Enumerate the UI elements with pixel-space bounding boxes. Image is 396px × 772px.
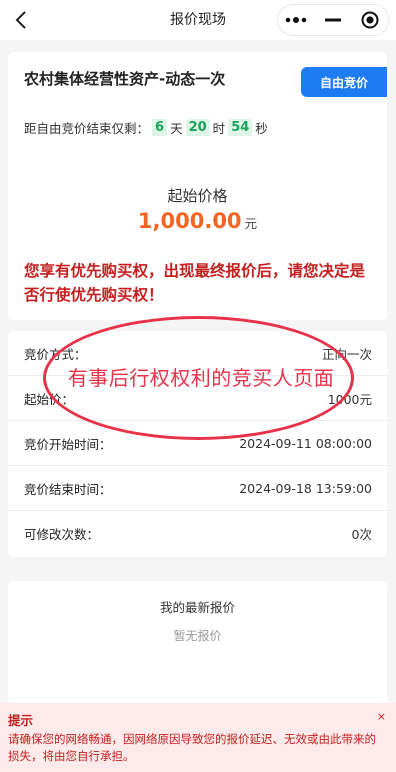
tip-title: 提示 xyxy=(8,713,34,728)
auction-summary-card: 农村集体经营性资产-动态一次 自由竞价 距自由竞价结束仅剩： 6 天 20 时 … xyxy=(8,52,387,320)
network-tip-banner: 提示 请确保您的网络畅通，因网络原因导致您的报价延迟、无效或由此带来的损失，将由… xyxy=(0,703,396,772)
detail-value: 正向一次 xyxy=(321,346,372,362)
countdown-days: 6 xyxy=(152,119,168,136)
start-price-unit: 元 xyxy=(244,216,258,231)
detail-row-end-time: 竞价结束时间： 2024-09-18 13:59:00 xyxy=(8,466,387,511)
mode-tag-button[interactable]: 自由竞价 xyxy=(301,67,387,97)
latest-bid-empty: 暂无报价 xyxy=(173,629,222,643)
priority-right-notice: 您享有优先购买权，出现最终报价后，请您决定是否行使优先购买权！ xyxy=(24,262,366,304)
tip-close-button[interactable]: × xyxy=(377,710,386,723)
nav-header: 报价现场 xyxy=(0,0,396,40)
detail-value: 2024-09-11 08:00:00 xyxy=(239,435,372,451)
detail-label: 可修改次数： xyxy=(24,527,100,542)
detail-value: 1000元 xyxy=(327,391,372,407)
countdown-days-unit: 天 xyxy=(170,121,183,136)
mini-program-capsule xyxy=(277,4,389,36)
countdown: 距自由竞价结束仅剩： 6 天 20 时 54 秒 xyxy=(24,118,268,137)
minimize-icon xyxy=(324,18,341,22)
countdown-hours-unit: 时 xyxy=(212,121,226,136)
countdown-minutes: 54 xyxy=(228,119,253,136)
start-price-label: 起始价格 xyxy=(167,187,228,205)
latest-bid-card: 我的最新报价 暂无报价 xyxy=(8,581,387,707)
latest-bid-title: 我的最新报价 xyxy=(159,600,235,615)
detail-label: 竞价方式： xyxy=(24,346,87,362)
annotation-text: 有事后行权权利的竞买人页面 xyxy=(67,366,335,390)
detail-row-start-time: 竞价开始时间： 2024-09-11 08:00:00 xyxy=(8,421,387,466)
countdown-prefix: 距自由竞价结束仅剩： xyxy=(24,121,150,136)
detail-value: 0次 xyxy=(351,527,372,542)
tip-text: 请确保您的网络畅通，因网络原因导致您的报价延迟、无效或由此带来的损失，将由您自行… xyxy=(8,732,376,763)
asset-title: 农村集体经营性资产-动态一次 xyxy=(24,70,226,88)
detail-label: 竞价开始时间： xyxy=(24,436,112,452)
detail-label: 起始价： xyxy=(24,391,75,407)
start-price-row: 1,000.00 元 xyxy=(8,209,387,233)
detail-label: 竞价结束时间： xyxy=(24,481,112,497)
start-price-value: 1,000.00 xyxy=(137,209,242,233)
more-dots-icon xyxy=(286,17,307,23)
minimize-button[interactable] xyxy=(317,6,349,34)
target-close-icon xyxy=(361,11,379,29)
close-button[interactable] xyxy=(354,6,386,34)
detail-value: 2024-09-18 13:59:00 xyxy=(239,480,372,496)
detail-row-modify-count: 可修改次数： 0次 xyxy=(8,511,387,556)
countdown-minutes-unit: 秒 xyxy=(255,121,268,136)
more-button[interactable] xyxy=(280,6,312,34)
countdown-hours: 20 xyxy=(185,119,210,136)
